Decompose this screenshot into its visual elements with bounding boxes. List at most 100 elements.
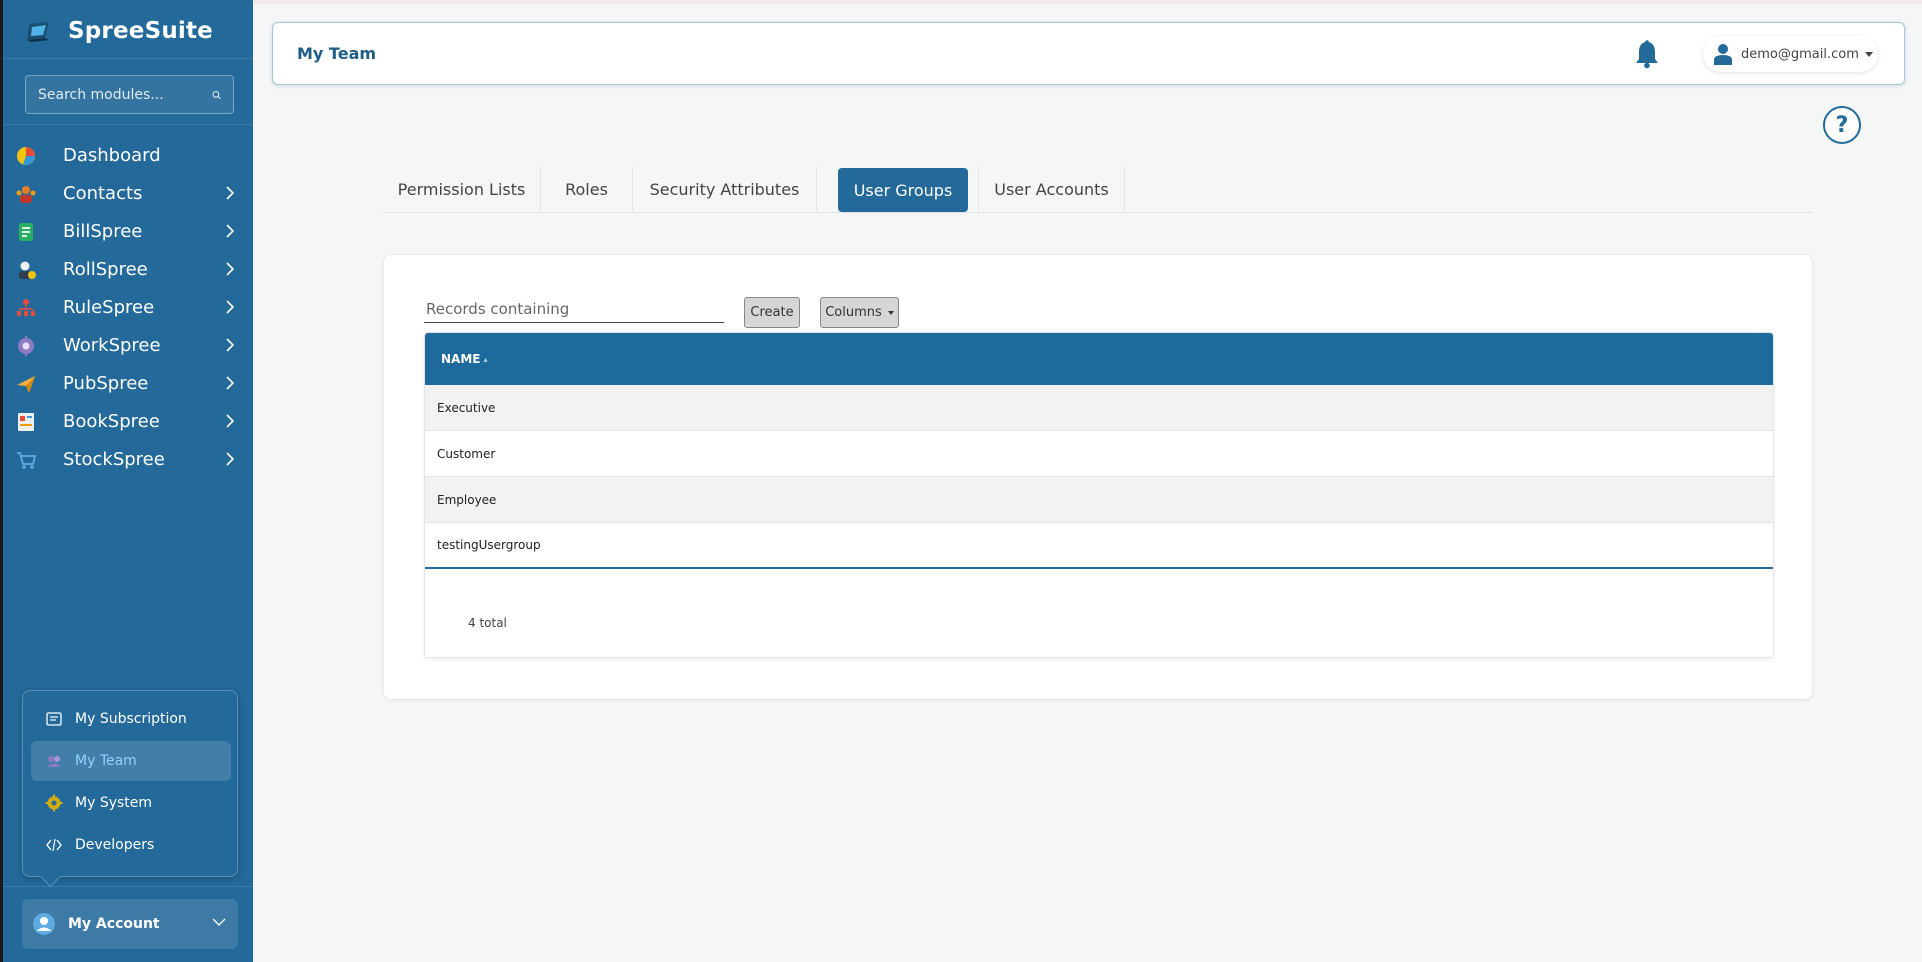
nav-item-workspree[interactable]: WorkSpree: [3, 326, 253, 364]
account-menu-item-my-subscription[interactable]: My Subscription: [31, 699, 231, 739]
nav-item-rollspree[interactable]: RollSpree: [3, 250, 253, 288]
nav-label: RollSpree: [63, 258, 148, 280]
my-account-label: My Account: [68, 916, 160, 932]
rollspree-icon: [19, 261, 36, 279]
page-title: My Team: [297, 44, 377, 63]
help-button[interactable]: ?: [1823, 106, 1861, 144]
rulespree-icon: [17, 299, 35, 316]
user-email: demo@gmail.com: [1741, 46, 1859, 62]
tab-label: User Accounts: [994, 179, 1109, 199]
my-account-toggle[interactable]: My Account: [22, 899, 238, 949]
tab-security-attributes[interactable]: Security Attributes: [633, 166, 817, 212]
create-label: Create: [750, 305, 794, 320]
account-menu-item-developers[interactable]: Developers: [31, 825, 231, 865]
system-gear-icon: [45, 794, 63, 812]
code-icon: [46, 838, 62, 852]
divider: [3, 886, 253, 887]
sort-icon[interactable]: ▴︎: [483, 355, 487, 364]
nav-label: WorkSpree: [63, 334, 161, 356]
cell-name: testingUsergroup: [437, 538, 541, 552]
subscription-icon: [46, 712, 62, 726]
brand[interactable]: SpreeSuite: [25, 16, 213, 46]
nav-item-pubspree[interactable]: PubSpree: [3, 364, 253, 402]
chevron-right-icon: [226, 338, 235, 352]
sidebar: SpreeSuite Dashboard Contacts: [0, 0, 253, 962]
divider: [3, 58, 253, 59]
module-search[interactable]: [25, 75, 234, 114]
contacts-icon: [16, 186, 36, 203]
account-menu-item-my-team[interactable]: My Team: [31, 741, 231, 781]
nav-label: PubSpree: [63, 372, 149, 394]
tab-user-groups[interactable]: User Groups: [838, 168, 968, 212]
chevron-right-icon: [226, 224, 235, 238]
tab-label: User Groups: [853, 180, 953, 200]
records-search-input[interactable]: [424, 295, 724, 323]
tab-label: Permission Lists: [397, 179, 526, 199]
table-row[interactable]: testingUsergroup: [425, 523, 1773, 569]
user-icon: [1714, 44, 1732, 65]
table-row[interactable]: Executive: [425, 385, 1773, 431]
account-menu-panel: My Subscription My Team My System Develo…: [22, 690, 238, 877]
bookspree-icon: [18, 413, 34, 431]
security-tabs: Permission Lists Roles Security Attribut…: [383, 166, 1813, 213]
account-menu-label: Developers: [75, 837, 155, 853]
user-groups-card: Create Columns NAME ▴︎ Executive Custome…: [383, 254, 1813, 700]
nav-item-billspree[interactable]: BillSpree: [3, 212, 253, 250]
tab-roles[interactable]: Roles: [541, 166, 633, 212]
account-menu-item-my-system[interactable]: My System: [31, 783, 231, 823]
table-header: NAME ▴︎: [425, 333, 1773, 385]
columns-dropdown-button[interactable]: Columns: [820, 297, 899, 328]
pubspree-icon: [17, 376, 35, 393]
search-input[interactable]: [38, 86, 212, 103]
nav-item-contacts[interactable]: Contacts: [3, 174, 253, 212]
chevron-right-icon: [226, 452, 235, 466]
divider: [3, 124, 253, 125]
user-groups-table: NAME ▴︎ Executive Customer Employee test…: [424, 332, 1774, 658]
stockspree-icon: [17, 452, 37, 469]
chevron-right-icon: [226, 262, 235, 276]
tab-label: Security Attributes: [649, 179, 800, 199]
cell-name: Executive: [437, 400, 496, 415]
tab-permission-lists[interactable]: Permission Lists: [383, 166, 541, 212]
column-header-name[interactable]: NAME: [441, 352, 480, 366]
user-menu-dropdown[interactable]: demo@gmail.com: [1703, 36, 1878, 72]
nav-item-dashboard[interactable]: Dashboard: [3, 136, 253, 174]
tab-label: Roles: [565, 179, 608, 199]
table-row[interactable]: Customer: [425, 431, 1773, 477]
workspree-icon: [18, 336, 34, 356]
chevron-right-icon: [226, 186, 235, 200]
nav-label: RuleSpree: [63, 296, 155, 318]
chevron-right-icon: [226, 300, 235, 314]
account-menu-label: My Team: [75, 753, 137, 769]
chevron-right-icon: [226, 376, 235, 390]
nav-label: StockSpree: [63, 448, 165, 470]
create-button[interactable]: Create: [744, 297, 800, 328]
notification-bell-icon[interactable]: [1633, 39, 1661, 69]
main-nav: Dashboard Contacts BillSpree RollSpree R…: [3, 136, 253, 478]
nav-label: BookSpree: [63, 410, 160, 432]
columns-label: Columns: [825, 305, 882, 320]
nav-item-rulespree[interactable]: RuleSpree: [3, 288, 253, 326]
nav-label: BillSpree: [63, 220, 143, 242]
dashboard-icon: [17, 147, 36, 166]
caret-down-icon: [887, 310, 894, 315]
search-icon[interactable]: [212, 88, 221, 102]
nav-label: Contacts: [63, 182, 143, 204]
help-icon: ?: [1835, 112, 1849, 138]
table-row[interactable]: Employee: [425, 477, 1773, 523]
spreesuite-logo-icon: [27, 22, 49, 42]
nav-item-bookspree[interactable]: BookSpree: [3, 402, 253, 440]
total-count: 4 total: [468, 616, 507, 630]
tab-user-accounts[interactable]: User Accounts: [978, 166, 1125, 212]
nav-label: Dashboard: [63, 144, 161, 166]
cell-name: Employee: [437, 492, 497, 507]
chevron-right-icon: [226, 414, 235, 428]
page-header: My Team demo@gmail.com: [272, 22, 1905, 85]
caret-down-icon: [1864, 51, 1873, 57]
team-icon: [47, 756, 61, 767]
nav-item-stockspree[interactable]: StockSpree: [3, 440, 253, 478]
user-avatar-icon: [33, 913, 55, 935]
account-menu-label: My System: [75, 795, 153, 811]
chevron-down-icon: [212, 918, 226, 926]
billspree-icon: [19, 223, 33, 241]
